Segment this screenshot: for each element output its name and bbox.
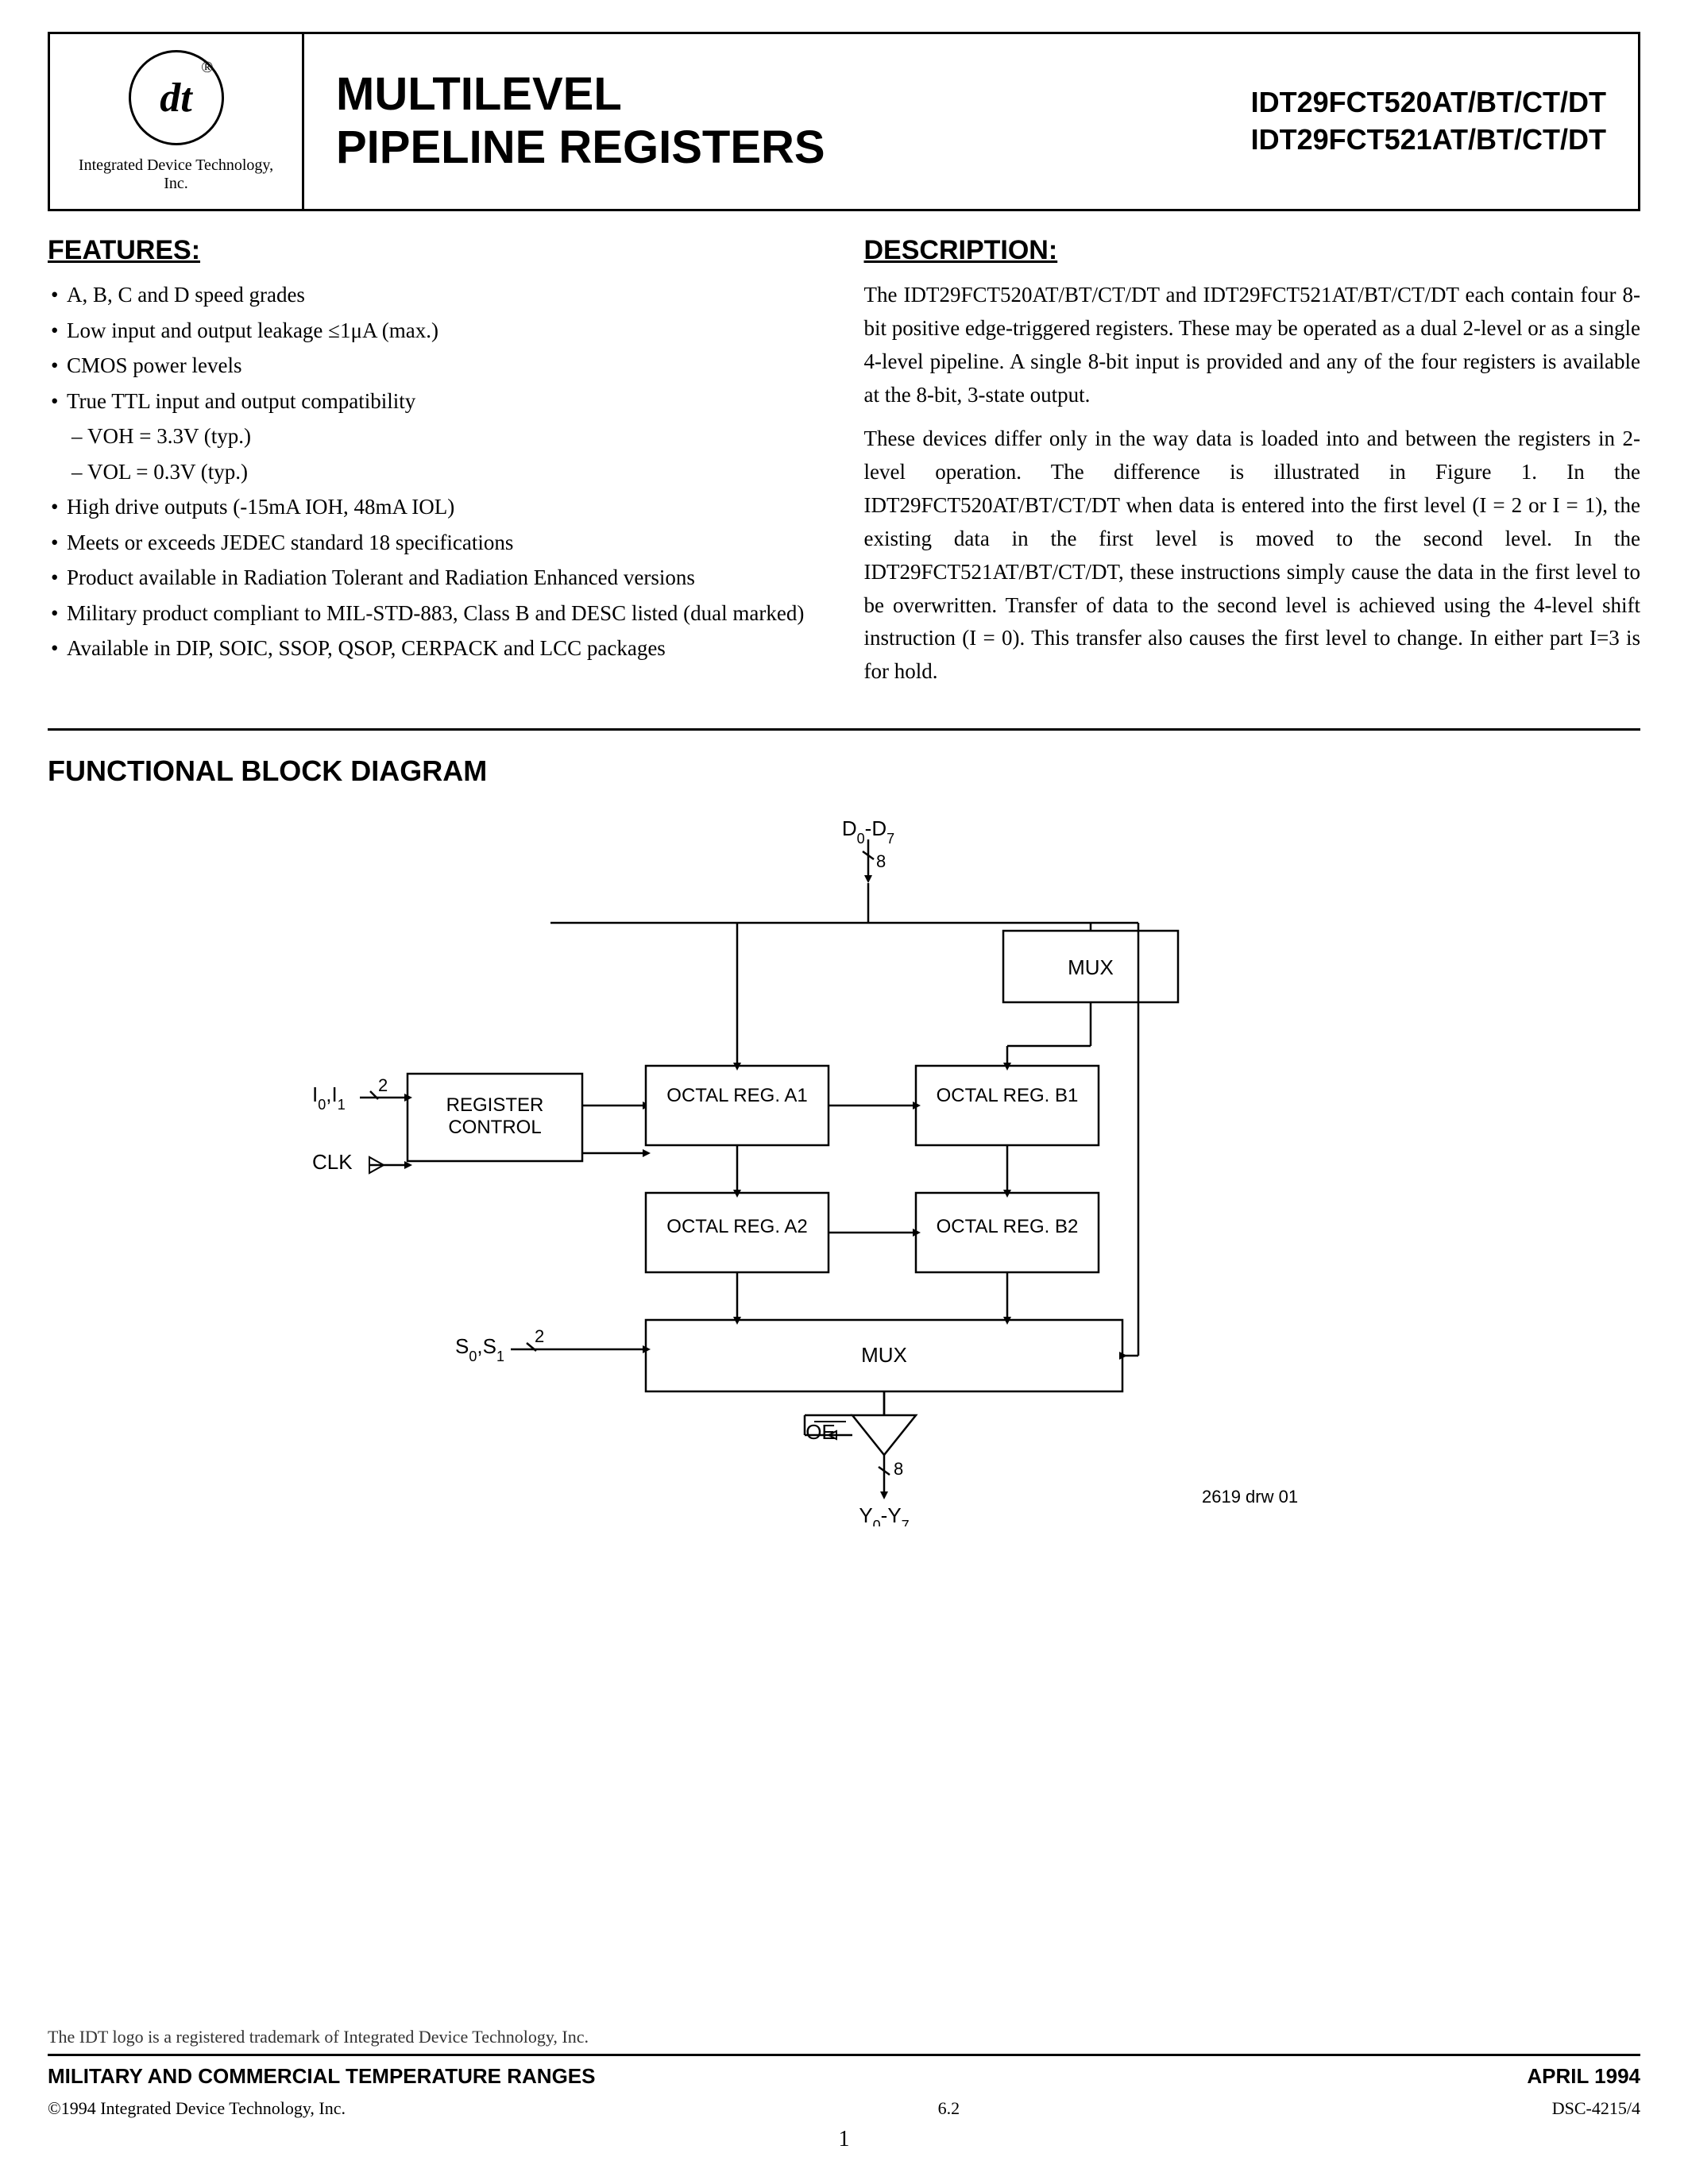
description-title: DESCRIPTION:: [864, 235, 1641, 266]
list-item: Meets or exceeds JEDEC standard 18 speci…: [48, 527, 825, 559]
part-number-1: IDT29FCT520AT/BT/CT/DT: [1251, 84, 1606, 122]
footer-bottom: ©1994 Integrated Device Technology, Inc.…: [48, 2098, 1640, 2119]
product-title: MULTILEVEL PIPELINE REGISTERS: [336, 68, 1188, 174]
list-item: True TTL input and output compatibility: [48, 385, 825, 418]
registered-mark: ®: [201, 59, 213, 77]
mux-top-label: MUX: [1068, 955, 1114, 979]
list-item: CMOS power levels: [48, 349, 825, 382]
bus-width-8-bottom: 8: [894, 1459, 903, 1479]
footer-date: APRIL 1994: [1527, 2064, 1640, 2089]
i-input-label: I0,I1: [312, 1082, 346, 1113]
s-bus-label: 2: [535, 1326, 544, 1346]
description-para-1: The IDT29FCT520AT/BT/CT/DT and IDT29FCT5…: [864, 279, 1641, 411]
list-sub-item: VOH = 3.3V (typ.): [48, 420, 825, 453]
reg-a2-label: OCTAL REG. A2: [666, 1216, 807, 1237]
header: ® dt Integrated Device Technology, Inc. …: [48, 32, 1640, 211]
footer-trademark: The IDT logo is a registered trademark o…: [48, 2027, 1640, 2047]
footer-bar: MILITARY AND COMMERCIAL TEMPERATURE RANG…: [48, 2054, 1640, 2093]
list-item: Product available in Radiation Tolerant …: [48, 561, 825, 594]
list-item: Low input and output leakage ≤1μA (max.): [48, 314, 825, 347]
page-number: 1: [48, 2127, 1640, 2152]
block-diagram-section: FUNCTIONAL BLOCK DIAGRAM D0-D7 8 MUX: [48, 754, 1640, 1995]
clk-label: CLK: [312, 1150, 353, 1174]
reg-a1-label1: OCTAL REG. A1: [666, 1085, 807, 1106]
footer-copyright: ©1994 Integrated Device Technology, Inc.: [48, 2098, 346, 2119]
logo-dt-text: dt: [160, 75, 191, 122]
list-item: Military product compliant to MIL-STD-88…: [48, 597, 825, 630]
features-list: A, B, C and D speed grades Low input and…: [48, 279, 825, 665]
block-diagram-title: FUNCTIONAL BLOCK DIAGRAM: [48, 754, 1640, 788]
features-title: FEATURES:: [48, 235, 825, 266]
header-part-numbers: IDT29FCT520AT/BT/CT/DT IDT29FCT521AT/BT/…: [1219, 34, 1638, 209]
page: ® dt Integrated Device Technology, Inc. …: [0, 0, 1688, 2184]
description-para-2: These devices differ only in the way dat…: [864, 423, 1641, 689]
oe-label: OE: [805, 1420, 836, 1444]
i-bus-label: 2: [378, 1075, 388, 1095]
description-column: DESCRIPTION: The IDT29FCT520AT/BT/CT/DT …: [864, 235, 1641, 689]
s-input-label: S0,S1: [455, 1334, 504, 1364]
logo-circle: ® dt: [129, 50, 224, 145]
footer-page-center: 6.2: [938, 2098, 960, 2119]
reg-b1-label: OCTAL REG. B1: [936, 1085, 1078, 1106]
logo-section: ® dt Integrated Device Technology, Inc.: [50, 34, 304, 209]
list-item: Available in DIP, SOIC, SSOP, QSOP, CERP…: [48, 632, 825, 665]
list-sub-item: VOL = 0.3V (typ.): [48, 456, 825, 488]
features-description-row: FEATURES: A, B, C and D speed grades Low…: [48, 235, 1640, 689]
diagram-container: D0-D7 8 MUX REGISTER CONTROL: [48, 812, 1640, 1526]
section-divider: [48, 728, 1640, 731]
mux-bottom-label: MUX: [861, 1343, 907, 1367]
features-column: FEATURES: A, B, C and D speed grades Low…: [48, 235, 825, 689]
list-item: High drive outputs (-15mA IOH, 48mA IOL): [48, 491, 825, 523]
logo-company-text: Integrated Device Technology, Inc.: [66, 156, 286, 193]
part-number-2: IDT29FCT521AT/BT/CT/DT: [1251, 122, 1606, 159]
description-text: The IDT29FCT520AT/BT/CT/DT and IDT29FCT5…: [864, 279, 1641, 689]
footer-temp-range: MILITARY AND COMMERCIAL TEMPERATURE RANG…: [48, 2064, 595, 2089]
reg-b2-label: OCTAL REG. B2: [936, 1216, 1078, 1237]
bus-width-8-top: 8: [876, 851, 886, 871]
footer-dsc: DSC-4215/4: [1552, 2098, 1640, 2119]
register-control-label1: REGISTER: [446, 1094, 543, 1116]
block-diagram-svg: D0-D7 8 MUX REGISTER CONTROL: [249, 812, 1440, 1526]
drawing-ref: 2619 drw 01: [1202, 1487, 1298, 1507]
register-control-label2: CONTROL: [448, 1117, 541, 1138]
list-item: A, B, C and D speed grades: [48, 279, 825, 311]
header-title-section: MULTILEVEL PIPELINE REGISTERS: [304, 34, 1219, 209]
y-output-label: Y0-Y7: [859, 1503, 909, 1526]
